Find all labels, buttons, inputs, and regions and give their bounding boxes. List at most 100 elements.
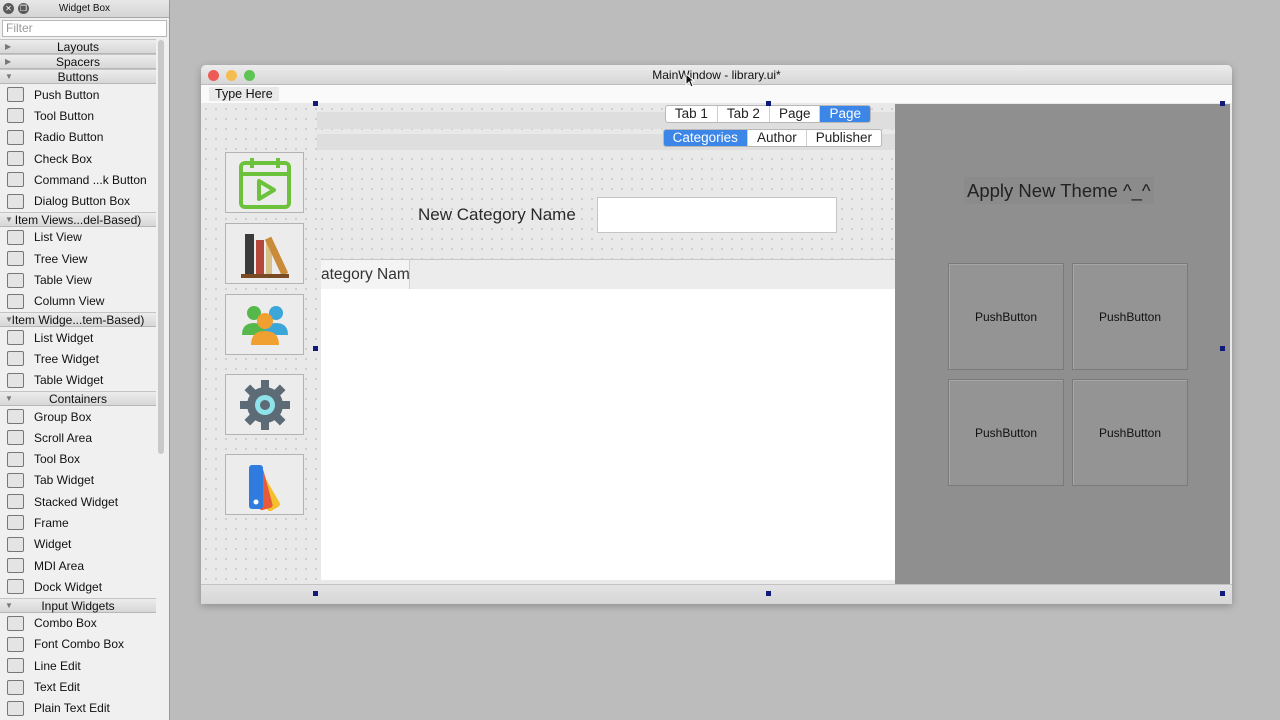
table-header-cell[interactable]: ategory Nam (321, 260, 410, 289)
widget-list-item[interactable]: Frame (0, 512, 156, 533)
top-tab-1[interactable]: Tab 1 (666, 106, 718, 122)
widget-list-item[interactable]: Tab Widget (0, 470, 156, 491)
type-here-menu[interactable]: Type Here (209, 87, 279, 101)
widget-list-item[interactable]: Group Box (0, 406, 156, 427)
selection-handle[interactable] (313, 101, 318, 106)
category-header[interactable]: ▼ Buttons (0, 69, 156, 84)
selection-handle[interactable] (1220, 591, 1225, 596)
scroll-area-icon (7, 430, 24, 446)
category-label: Containers (48, 391, 108, 406)
color-palette-icon (248, 464, 280, 511)
triangle-down-icon: ▼ (5, 393, 13, 403)
widget-list-item[interactable]: Tool Box (0, 448, 156, 469)
sub-tab-1[interactable]: Categories (663, 130, 748, 146)
theme-button-1[interactable]: PushButton (948, 263, 1064, 370)
category-header[interactable]: ▶ Layouts (0, 39, 156, 54)
category-header[interactable]: ▼ Item Widge...tem-Based) (0, 311, 156, 327)
side-button-calendar[interactable] (225, 152, 304, 213)
frame-icon (7, 515, 24, 531)
category-header[interactable]: ▼ Input Widgets (0, 597, 156, 613)
menu-bar: Type Here (201, 85, 1232, 103)
category-header[interactable]: ▼ Containers (0, 390, 156, 406)
selection-handle[interactable] (313, 346, 318, 351)
widget-list-item[interactable]: Tool Button (0, 105, 156, 126)
selection-handle[interactable] (766, 101, 771, 106)
category-header[interactable]: ▼ Item Views...del-Based) (0, 211, 156, 227)
float-icon[interactable]: ❐ (18, 3, 29, 14)
widget-list-item[interactable]: MDI Area (0, 555, 156, 576)
minimize-window-button[interactable] (226, 70, 237, 81)
users-icon (241, 305, 288, 345)
widget-list-item[interactable]: Combo Box (0, 613, 156, 634)
sub-tab-2[interactable]: Author (748, 130, 807, 146)
zoom-window-button[interactable] (244, 70, 255, 81)
tab-widget-area: Tab 1 Tab 2 Page Page Categories Author Publi… (317, 104, 895, 584)
widget-list-item[interactable]: List View (0, 227, 156, 248)
column-view-icon (7, 293, 24, 309)
close-window-button[interactable] (208, 70, 219, 81)
theme-button-4[interactable]: PushButton (1072, 379, 1188, 486)
widget-box-panel: ✕ ❐ Widget Box Filter ▶ Layouts ▶ Spacers ▼ B… (0, 0, 170, 720)
check-box-icon (7, 151, 24, 167)
widget-item-label: Push Button (34, 87, 100, 102)
widget-box-scrollbar[interactable] (158, 40, 164, 454)
widget-item-label: Dialog Button Box (34, 194, 131, 209)
close-icon[interactable]: ✕ (3, 3, 14, 14)
radio-button-icon (7, 129, 24, 145)
widget-item-label: Scroll Area (34, 430, 93, 445)
widget-item-label: Stacked Widget (34, 494, 119, 509)
widget-list-item[interactable]: Tree Widget (0, 348, 156, 369)
widget-item-label: Tool Box (34, 452, 81, 467)
widget-list-item[interactable]: Dock Widget (0, 576, 156, 597)
widget-list-item[interactable]: Line Edit (0, 655, 156, 676)
widget-list-item[interactable]: Plain Text Edit (0, 698, 156, 719)
filter-input[interactable]: Filter (2, 20, 167, 37)
side-button-settings[interactable] (225, 374, 304, 435)
tool-button-icon (7, 108, 24, 124)
widget-list-item[interactable]: Dialog Button Box (0, 190, 156, 211)
widget-list-item[interactable]: Stacked Widget (0, 491, 156, 512)
widget-list-item[interactable]: Table Widget (0, 370, 156, 391)
category-table[interactable]: ategory Nam (321, 259, 895, 580)
widget-list-item[interactable]: Scroll Area (0, 427, 156, 448)
top-tab-4[interactable]: Page (820, 106, 870, 122)
side-button-themes[interactable] (225, 454, 304, 515)
selection-handle[interactable] (1220, 346, 1225, 351)
widget-list-item[interactable]: Command ...k Button (0, 169, 156, 190)
widget-item-label: Combo Box (34, 616, 97, 631)
sub-tab-3[interactable]: Publisher (807, 130, 881, 146)
top-tab-2[interactable]: Tab 2 (718, 106, 770, 122)
widget-box-title: Widget Box (58, 3, 111, 14)
widget-list-item[interactable]: Column View (0, 291, 156, 312)
theme-button-2[interactable]: PushButton (1072, 263, 1188, 370)
widget-list-item[interactable]: Push Button (0, 84, 156, 105)
widget-list-item[interactable]: Tree View (0, 248, 156, 269)
selection-handle[interactable] (1220, 101, 1225, 106)
tree-widget-icon (7, 351, 24, 367)
side-button-books[interactable] (225, 223, 304, 284)
category-header[interactable]: ▶ Spacers (0, 54, 156, 69)
tab-widget-icon (7, 472, 24, 488)
widget-list-item[interactable]: Check Box (0, 148, 156, 169)
widget-list: ▶ Layouts ▶ Spacers ▼ Buttons Push Button Tool … (0, 39, 156, 719)
selection-handle[interactable] (313, 591, 318, 596)
widget-item-label: Tool Button (34, 108, 95, 123)
side-button-users[interactable] (225, 294, 304, 355)
widget-list-item[interactable]: Radio Button (0, 127, 156, 148)
new-category-input[interactable] (597, 197, 837, 233)
widget-item-label: Tree Widget (34, 351, 99, 366)
tree-view-icon (7, 251, 24, 267)
category-label: Buttons (57, 70, 99, 84)
selection-handle[interactable] (766, 591, 771, 596)
widget-list-item[interactable]: List Widget (0, 327, 156, 348)
top-tab-3[interactable]: Page (770, 106, 821, 122)
widget-list-item[interactable]: Table View (0, 269, 156, 290)
widget-list-item[interactable]: Text Edit (0, 676, 156, 697)
widget-list-item[interactable]: Widget (0, 534, 156, 555)
mouse-cursor-icon (685, 73, 695, 88)
widget-item-label: Widget (34, 537, 72, 552)
status-bar (201, 584, 1232, 604)
widget-list-item[interactable]: Font Combo Box (0, 634, 156, 655)
table-widget-icon (7, 372, 24, 388)
theme-button-3[interactable]: PushButton (948, 379, 1064, 486)
